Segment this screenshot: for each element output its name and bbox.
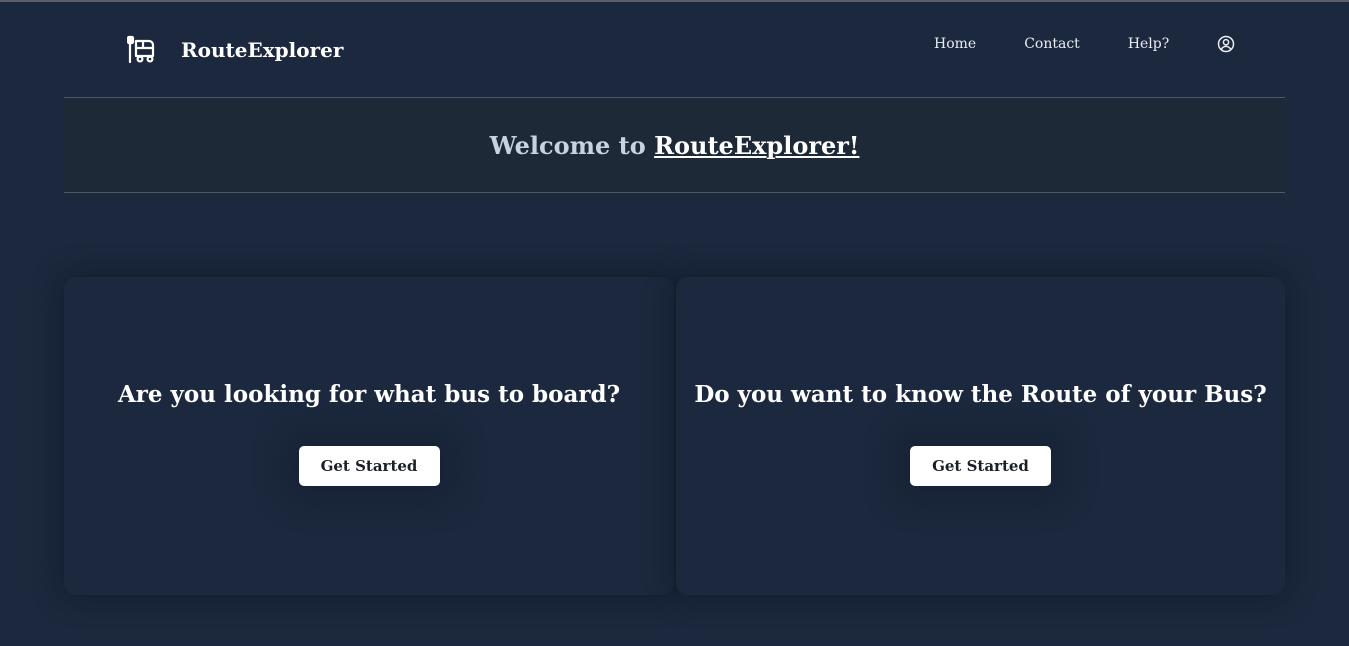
welcome-prefix: Welcome to bbox=[489, 130, 655, 160]
brand[interactable]: RouteExplorer bbox=[127, 34, 343, 66]
find-bus-get-started-button[interactable]: Get Started bbox=[298, 446, 440, 486]
nav-help-link[interactable]: Help? bbox=[1128, 36, 1169, 52]
find-bus-card: Are you looking for what bus to board? G… bbox=[64, 277, 674, 595]
bus-stop-icon bbox=[127, 35, 155, 64]
bus-route-get-started-button[interactable]: Get Started bbox=[910, 446, 1051, 486]
bus-route-title: Do you want to know the Route of your Bu… bbox=[694, 381, 1267, 408]
brand-name: RouteExplorer bbox=[181, 38, 344, 62]
nav-contact-link[interactable]: Contact bbox=[1024, 36, 1080, 52]
welcome-brand-link[interactable]: RouteExplorer! bbox=[654, 131, 859, 160]
welcome-heading: Welcome to RouteExplorer! bbox=[490, 131, 860, 160]
welcome-banner: Welcome to RouteExplorer! bbox=[64, 97, 1285, 193]
user-circle-icon[interactable] bbox=[1217, 35, 1235, 53]
navbar: RouteExplorer Home Contact Help? bbox=[0, 2, 1349, 97]
nav-home-link[interactable]: Home bbox=[934, 36, 976, 52]
nav-links: Home Contact Help? bbox=[934, 32, 1235, 56]
find-bus-title: Are you looking for what bus to board? bbox=[117, 381, 621, 408]
bus-route-card: Do you want to know the Route of your Bu… bbox=[676, 277, 1285, 595]
